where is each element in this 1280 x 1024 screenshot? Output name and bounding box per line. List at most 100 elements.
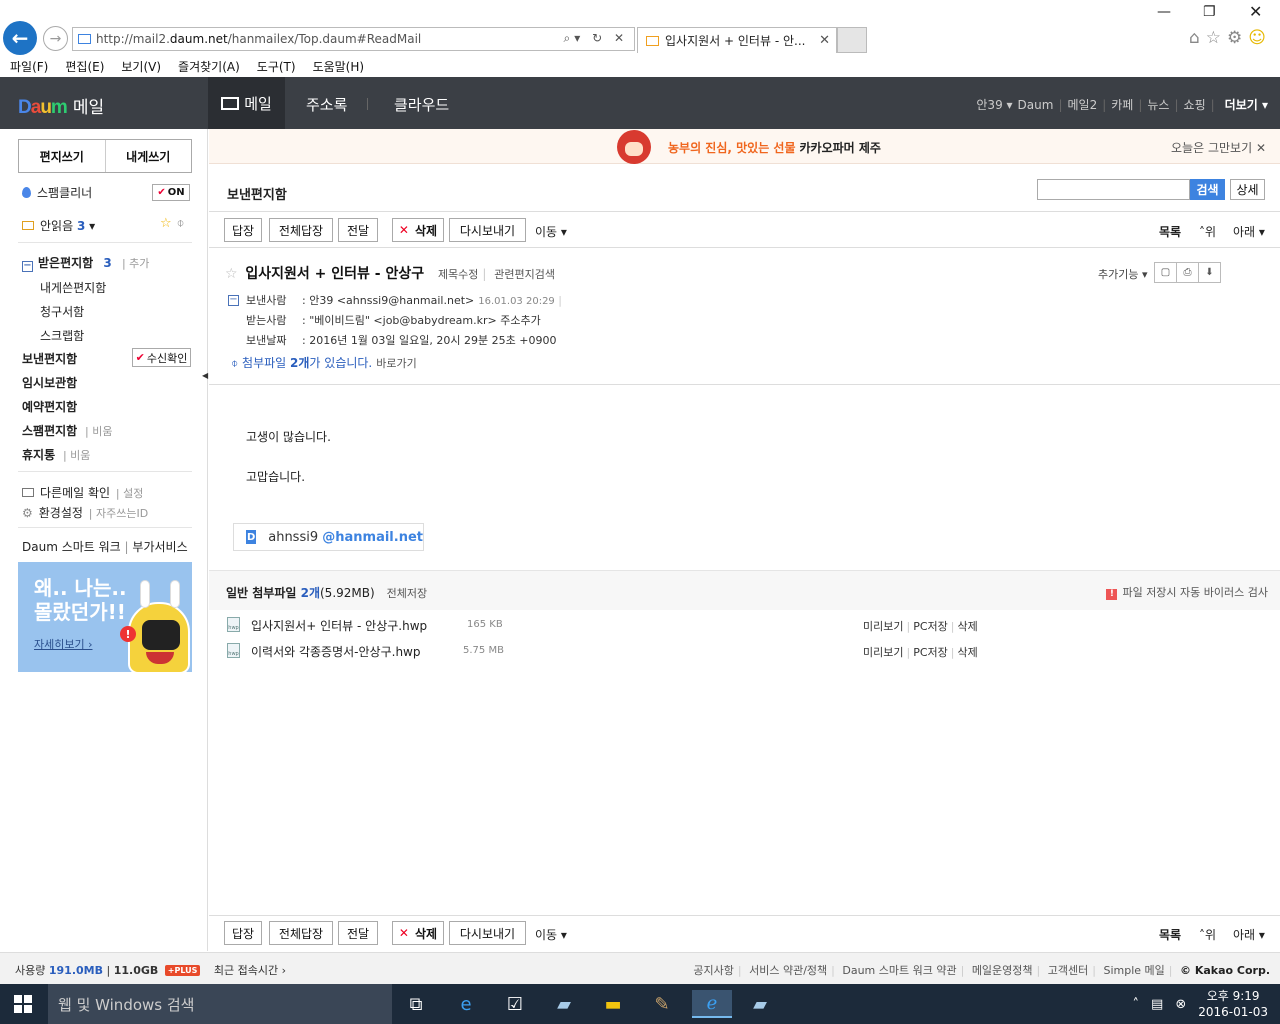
attachment-notice[interactable]: ⌽ 첨부파일 2개가 있습니다. 바로가기 — [231, 354, 417, 371]
download-icon[interactable]: ⬇ — [1198, 262, 1221, 283]
edge-browser-icon[interactable]: e — [451, 990, 481, 1018]
taskbar-clock[interactable]: 오후 9:19 2016-01-03 — [1198, 988, 1268, 1020]
collapse-icon[interactable]: − — [22, 261, 33, 272]
prev-mail-button[interactable]: ˄위 — [1199, 926, 1216, 943]
edit-subject-link[interactable]: 제목수정 — [438, 268, 478, 281]
frequent-id-link[interactable]: 자주쓰는ID — [96, 507, 148, 520]
promo-dismiss[interactable]: 오늘은 그만보기 ✕ — [1171, 139, 1266, 156]
browser-tool-icons[interactable]: ⌂☆⚙☺ — [1189, 28, 1272, 48]
footer-link[interactable]: 고객센터 — [1048, 964, 1088, 977]
sender-address[interactable]: 안39 <ahnssi9@hanmail.net> — [309, 294, 474, 307]
extra-service-link[interactable]: 부가서비스 — [132, 540, 187, 554]
resend-button[interactable]: 다시보내기 — [449, 921, 526, 945]
maximize-icon[interactable]: ❐ — [1203, 4, 1216, 20]
pc-save-link[interactable]: PC저장 — [913, 620, 948, 633]
menu-edit[interactable]: 편집(E) — [65, 58, 104, 75]
menu-favorites[interactable]: 즐겨찾기(A) — [178, 58, 240, 75]
chevron-up-icon[interactable]: ˄ — [1133, 997, 1140, 1012]
taskbar-search[interactable]: 웹 및 Windows 검색 — [48, 984, 392, 1024]
daum-mail-logo[interactable]: Daum 메일 — [18, 93, 104, 119]
notepad-icon[interactable]: ▰ — [549, 990, 579, 1018]
internet-explorer-icon[interactable]: ℯ — [692, 990, 732, 1018]
menu-help[interactable]: 도움말(H) — [313, 58, 365, 75]
sidebar-collapse-icon[interactable]: ◀ — [202, 371, 208, 380]
link-news[interactable]: 뉴스 — [1147, 96, 1169, 113]
empty-trash-link[interactable]: 비움 — [70, 449, 90, 462]
unread-filter[interactable]: 안읽음 3 ▾ — [22, 217, 95, 234]
recent-access-link[interactable]: 최근 접속시간 › — [214, 964, 286, 977]
folder-bills[interactable]: 청구서함 — [40, 303, 84, 320]
link-cafe[interactable]: 카페 — [1111, 96, 1133, 113]
network-off-icon[interactable]: ⊗ — [1175, 997, 1186, 1012]
reply-all-button[interactable]: 전체답장 — [269, 218, 333, 242]
add-folder-link[interactable]: 추가 — [129, 257, 149, 270]
forward-button[interactable]: 전달 — [338, 921, 378, 945]
nav-contacts[interactable]: 주소록 — [306, 94, 347, 115]
folder-sent[interactable]: 보낸편지함 — [22, 350, 77, 367]
address-bar-icons[interactable]: ⌕▾ ↻ ✕ — [564, 31, 628, 46]
paint-icon[interactable]: ✎ — [647, 990, 677, 1018]
back-arrow-icon[interactable]: ← — [3, 21, 37, 55]
footer-link[interactable]: 공지사항 — [693, 964, 733, 977]
add-address-link[interactable]: 주소추가 — [500, 314, 540, 327]
tab-close-icon[interactable]: ✕ — [819, 33, 830, 48]
other-mail-settings-link[interactable]: 설정 — [123, 487, 143, 500]
new-tab-button[interactable] — [837, 27, 867, 53]
browser-tab[interactable]: 입사지원서 + 인터뷰 - 안... ✕ — [637, 27, 837, 53]
star-icon[interactable]: ☆ — [160, 216, 172, 231]
reply-button[interactable]: 답장 — [224, 218, 262, 242]
action-center-icon[interactable]: ▤ — [1151, 997, 1163, 1012]
detail-search-button[interactable]: 상세 — [1230, 179, 1265, 200]
delete-button[interactable]: ✕ 삭제 — [392, 921, 444, 945]
footer-link[interactable]: 서비스 약관/정책 — [749, 964, 827, 977]
preview-link[interactable]: 미리보기 — [863, 646, 903, 659]
folder-scrap[interactable]: 스크랩함 — [40, 327, 84, 344]
link-mail2[interactable]: 메일2 — [1067, 96, 1097, 113]
footer-link[interactable]: 메일운영정책 — [972, 964, 1033, 977]
header-collapse-icon[interactable]: − — [228, 295, 239, 306]
write-to-self-button[interactable]: 내게쓰기 — [104, 140, 192, 172]
recipient-address[interactable]: "베이비드림" <job@babydream.kr> — [309, 314, 497, 327]
close-icon[interactable]: ✕ — [1249, 2, 1262, 21]
folder-inbox[interactable]: − 받은편지함 3 | 추가 — [22, 254, 149, 272]
save-all-link[interactable]: 전체저장 — [387, 587, 427, 600]
address-bar[interactable]: http://mail2.daum.net/hanmailex/Top.daum… — [72, 27, 635, 51]
minimize-icon[interactable]: — — [1157, 4, 1171, 20]
banner-more-link[interactable]: 자세히보기 › — [34, 636, 93, 652]
preview-link[interactable]: 미리보기 — [863, 620, 903, 633]
forward-button[interactable]: 전달 — [338, 218, 378, 242]
footer-link[interactable]: Simple 메일 — [1103, 964, 1164, 977]
user-menu[interactable]: 안39 ▾ — [971, 96, 1012, 113]
link-shopping[interactable]: 쇼핑 — [1184, 96, 1206, 113]
forward-arrow-icon[interactable]: → — [43, 26, 68, 51]
signature-card[interactable]: D ahnssi9 @hanmail.net — [233, 523, 424, 551]
spam-cleaner-toggle[interactable]: ✔ ON — [152, 184, 190, 201]
attachment-name[interactable]: 이력서와 각종증명서-안상구.hwp — [251, 643, 420, 660]
empty-spam-link[interactable]: 비움 — [92, 425, 112, 438]
go-to-attachments-link[interactable]: 바로가기 — [376, 357, 416, 370]
next-mail-button[interactable]: 아래 ▾ — [1233, 926, 1265, 943]
promo-banner[interactable]: 농부의 진심, 맛있는 선물 카카오파머 제주 오늘은 그만보기 ✕ — [209, 129, 1280, 164]
folder-sent-to-self[interactable]: 내게쓴편지함 — [40, 279, 106, 296]
spam-cleaner[interactable]: 스팸클리너 — [22, 184, 92, 201]
prev-mail-button[interactable]: ˄위 — [1199, 223, 1216, 240]
file-explorer-icon[interactable]: ▬ — [598, 990, 628, 1018]
delete-attachment-link[interactable]: 삭제 — [957, 646, 977, 659]
app-icon[interactable]: ☑ — [500, 990, 530, 1018]
menu-view[interactable]: 보기(V) — [121, 58, 161, 75]
folder-scheduled[interactable]: 예약편지함 — [22, 398, 77, 415]
move-dropdown[interactable]: 이동 ▾ — [535, 926, 567, 943]
move-dropdown[interactable]: 이동 ▾ — [535, 223, 567, 240]
attachment-clip-icon[interactable]: ⌽ — [177, 216, 185, 231]
nav-cloud[interactable]: 클라우드 — [394, 94, 449, 115]
smart-work-link[interactable]: Daum 스마트 워크 — [22, 540, 121, 554]
more-menu[interactable]: 더보기 ▾ — [1220, 96, 1268, 113]
mail-search-input[interactable] — [1037, 179, 1190, 200]
task-view-icon[interactable]: ⧉ — [401, 990, 431, 1018]
next-mail-button[interactable]: 아래 ▾ — [1233, 223, 1265, 240]
reply-button[interactable]: 답장 — [224, 921, 262, 945]
star-icon[interactable]: ☆ — [225, 266, 238, 282]
banner-ad[interactable]: 왜.. 나는.. 몰랐던가!! 자세히보기 › ! — [18, 562, 192, 672]
related-search-link[interactable]: 관련편지검색 — [494, 268, 555, 281]
list-button[interactable]: 목록 — [1159, 223, 1181, 240]
